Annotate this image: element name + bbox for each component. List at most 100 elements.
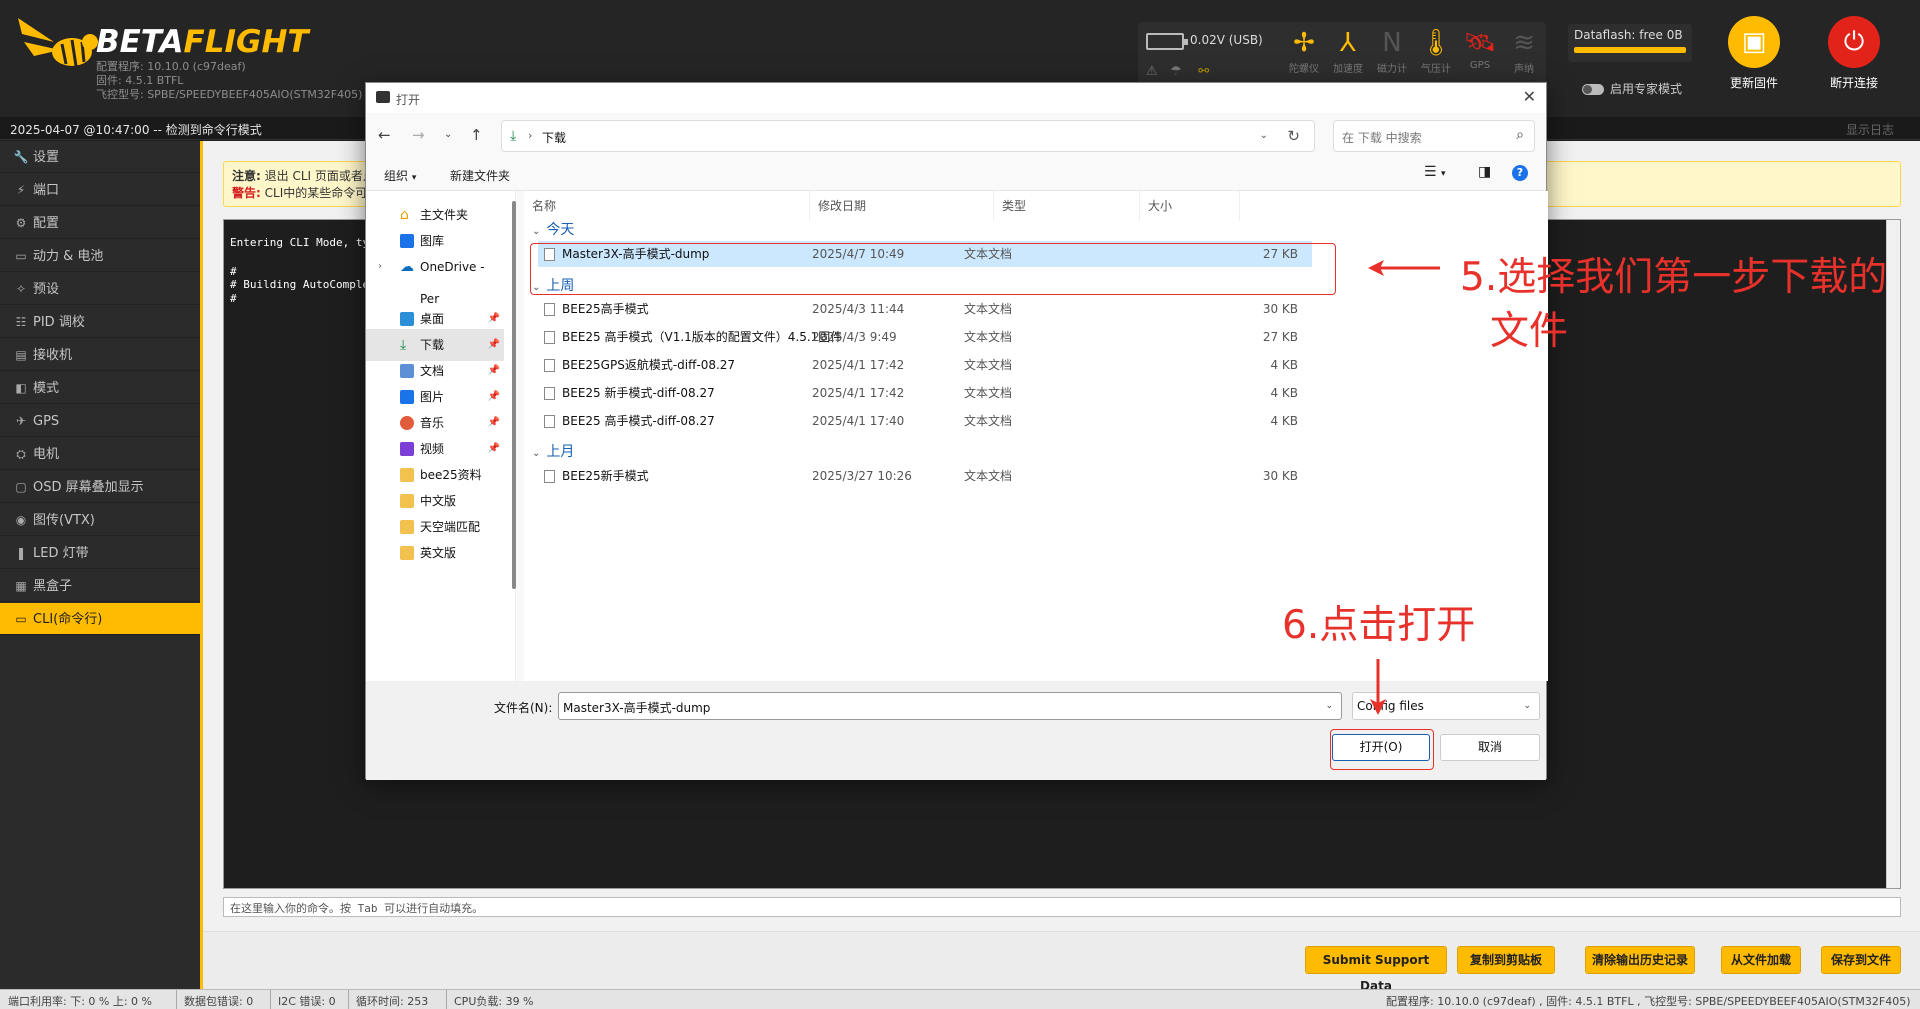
sidebar-item-receiver[interactable]: ▤ 接收机 (0, 339, 202, 371)
version-info: 配置程序: 10.10.0 (c97deaf) , 固件: 4.5.1 BTFL… (1386, 995, 1911, 1008)
expert-mode-toggle[interactable]: 启用专家模式 (1582, 80, 1682, 97)
file-size: 30 KB (1262, 469, 1298, 483)
nav-scrollbar[interactable] (512, 201, 516, 589)
sidebar-item-osd[interactable]: ▢ OSD 屏幕叠加显示 (0, 471, 202, 503)
firmware-version: 固件: 4.5.1 BTFL (96, 74, 184, 87)
sidebar-item-configuration[interactable]: ⚙ 配置 (0, 207, 202, 239)
sidebar-item-pid[interactable]: ☷ PID 调校 (0, 306, 202, 338)
cli-scrollbar[interactable] (1886, 220, 1900, 888)
file-row[interactable]: BEE25新手模式 2025/3/27 10:26 文本文档 30 KB (538, 463, 1312, 489)
magic-icon: ✧ (15, 282, 27, 296)
clear-history-button[interactable]: 清除输出历史记录 (1585, 946, 1695, 974)
file-size: 4 KB (1270, 414, 1298, 428)
warning-text: CLI中的某些命令可 (264, 186, 368, 200)
filename-input[interactable]: Master3X-高手模式-dump ⌄ (558, 692, 1342, 720)
sidebar-item-label: 配置 (33, 216, 60, 231)
column-type[interactable]: 类型 (994, 191, 1140, 221)
organize-label: 组织 (384, 169, 409, 183)
address-bar[interactable]: ⤓ › 下载 ⌄ ↻ (501, 120, 1315, 152)
download-icon: ⤓ (400, 337, 407, 353)
refresh-icon[interactable]: ↻ (1287, 127, 1300, 145)
sensor-gyro: ✢ 陀螺仪 (1282, 26, 1326, 86)
sidebar-item-blackbox[interactable]: ▦ 黑盒子 (0, 570, 202, 602)
sidebar-item-gps[interactable]: ✈ GPS (0, 405, 202, 437)
cli-command-input[interactable]: 在这里输入你的命令。按 Tab 可以进行自动填充。 (223, 897, 1901, 917)
forward-arrow-icon[interactable]: → (412, 126, 425, 144)
file-row[interactable]: BEE25GPS返航模式-diff-08.27 2025/4/1 17:42 文本文… (538, 352, 1312, 378)
navigation-pane: ⌂ 主文件夹 图库 › ☁ OneDrive - Per 桌面 📌 ⤓ 下载 📌 文档 📌 图… (366, 191, 516, 681)
group-header[interactable]: ⌄ 上月 (532, 441, 574, 461)
cli-line: # Building AutoComplete (230, 278, 383, 291)
sidebar-item-label: 电机 (33, 447, 60, 462)
load-from-file-button[interactable]: 从文件加载 (1721, 946, 1801, 974)
sidebar-item-motors[interactable]: ⛭ 电机 (0, 438, 202, 470)
sensor-label: GPS (1469, 60, 1491, 71)
column-name[interactable]: 名称 (524, 191, 810, 221)
folder-icon (400, 494, 414, 508)
file-row[interactable]: BEE25高手模式 2025/4/3 11:44 文本文档 30 KB (538, 296, 1312, 322)
view-menu-icon[interactable]: ☰ ▾ (1424, 164, 1446, 180)
disconnect-button[interactable]: ⏻ 断开连接 (1814, 16, 1894, 91)
port-usage: 端口利用率: 下: 0 % 上: 0 % (8, 995, 152, 1008)
sidebar-item-cli[interactable]: ▭ CLI(命令行) (0, 603, 202, 635)
recent-dropdown-icon[interactable]: ⌄ (444, 129, 452, 140)
sidebar-item-power[interactable]: ▭ 动力 & 电池 (0, 240, 202, 272)
file-row[interactable]: BEE25 新手模式-diff-08.27 2025/4/1 17:42 文本文档 4… (538, 380, 1312, 406)
file-date: 2025/4/1 17:40 (812, 414, 905, 428)
chevron-right-icon[interactable]: › (378, 251, 382, 283)
organize-button[interactable]: 组织 ▾ (384, 167, 416, 184)
sidebar-item-led[interactable]: ❚ LED 灯带 (0, 537, 202, 569)
sidebar-item-ports[interactable]: ⚡ 端口 (0, 174, 202, 206)
text-file-icon (544, 415, 555, 428)
step5-annotation: 5.选择我们第一步下载的 (1460, 255, 1888, 300)
sidebar-item-vtx[interactable]: ◉ 图传(VTX) (0, 504, 202, 536)
arrow-left-icon (1368, 260, 1440, 276)
sidebar-item-label: 动力 & 电池 (33, 249, 104, 264)
help-icon[interactable]: ? (1512, 165, 1528, 181)
motor-icon: ⛭ (16, 447, 26, 461)
submit-support-data-button[interactable]: Submit Support Data (1305, 946, 1447, 993)
osd-icon: ▢ (15, 480, 27, 494)
folder-icon (400, 468, 414, 482)
blackbox-icon: ▦ (15, 579, 27, 593)
toggle-switch[interactable] (1582, 84, 1604, 95)
file-date: 2025/4/3 11:44 (812, 302, 905, 316)
sidebar-item-setup[interactable]: 🔧 设置 (0, 141, 202, 173)
chevron-down-icon[interactable]: ⌄ (1260, 130, 1268, 141)
sidebar-item-label: 接收机 (33, 348, 73, 363)
file-name: BEE25高手模式 (562, 302, 649, 316)
save-to-file-button[interactable]: 保存到文件 (1821, 946, 1901, 974)
group-header[interactable]: ⌄ 今天 (532, 219, 574, 239)
toggle-icon: ◧ (15, 381, 27, 395)
column-size[interactable]: 大小 (1140, 191, 1240, 221)
gyro-icon: ✢ (1293, 28, 1315, 58)
address-text: 下载 (542, 131, 567, 145)
arrow-down-icon (1370, 659, 1386, 715)
group-label: 上月 (546, 444, 575, 460)
nav-folder[interactable]: 英文版 (366, 537, 504, 569)
close-icon[interactable]: ✕ (1523, 87, 1536, 106)
sensor-label: 气压计 (1421, 64, 1451, 75)
preview-pane-icon[interactable]: ◨ (1478, 164, 1491, 180)
file-name: BEE25 新手模式-diff-08.27 (562, 386, 715, 400)
battery-panel: 0.02V (USB) ⚠ ☂ ⚯ (1138, 22, 1283, 84)
note-text: 退出 CLI 页面或者点 (264, 169, 375, 183)
file-row[interactable]: BEE25 高手模式-diff-08.27 2025/4/1 17:40 文本文档 4… (538, 408, 1312, 434)
cancel-button[interactable]: 取消 (1440, 734, 1540, 761)
file-row[interactable]: BEE25 高手模式（V1.1版本的配置文件）4.5.1固件 2025/4/3 9… (538, 324, 1312, 350)
bulb-icon: ❚ (15, 546, 27, 560)
warning-label: 警告: (232, 186, 261, 200)
footer-divider (176, 990, 177, 1009)
back-arrow-icon[interactable]: ← (378, 126, 391, 144)
sidebar-item-modes[interactable]: ◧ 模式 (0, 372, 202, 404)
up-arrow-icon[interactable]: ↑ (470, 126, 483, 144)
search-input[interactable]: 在 下载 中搜索 ⌕ (1333, 120, 1535, 152)
show-log-link[interactable]: 显示日志 (1846, 121, 1894, 138)
copy-to-clipboard-button[interactable]: 复制到剪贴板 (1457, 946, 1555, 974)
chevron-down-icon[interactable]: ⌄ (1325, 701, 1333, 711)
column-date[interactable]: 修改日期 (810, 191, 994, 221)
new-folder-button[interactable]: 新建文件夹 (450, 167, 510, 184)
nav-onedrive[interactable]: › ☁ OneDrive - Per (366, 251, 504, 306)
update-firmware-button[interactable]: ▣ 更新固件 (1714, 16, 1794, 91)
sidebar-item-presets[interactable]: ✧ 预设 (0, 273, 202, 305)
